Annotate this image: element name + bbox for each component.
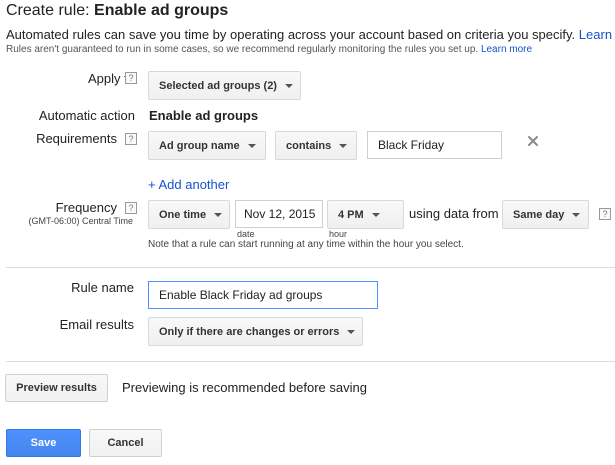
- requirement-operator-dropdown[interactable]: contains: [275, 131, 357, 160]
- frequency-dropdown[interactable]: One time: [148, 200, 230, 229]
- data-range-dropdown[interactable]: Same day: [502, 200, 589, 229]
- apply-to-value: Selected ad groups (2): [159, 79, 277, 92]
- requirement-value-text: Black Friday: [378, 138, 445, 152]
- rule-name-value: Enable Black Friday ad groups: [159, 288, 323, 302]
- automatic-action-label-text: Automatic action: [38, 108, 135, 123]
- chevron-down-icon: [572, 212, 581, 217]
- requirements-label: Requirements: [36, 131, 117, 146]
- chevron-down-icon: [371, 212, 380, 217]
- data-range-help-icon[interactable]: ?: [599, 208, 611, 220]
- requirement-field-dropdown[interactable]: Ad group name: [148, 131, 266, 160]
- automatic-action-label: Automatic action: [39, 108, 135, 123]
- timezone-label: (GMT-06:00) Central Time: [28, 216, 133, 226]
- chevron-down-icon: [347, 329, 356, 334]
- preview-results-label: Preview results: [16, 382, 97, 394]
- title-prefix: Create rule:: [6, 2, 90, 19]
- preview-message: Previewing is recommended before saving: [122, 380, 367, 395]
- intro-description: Automated rules can save you time by ope…: [6, 27, 576, 42]
- rule-name-label: Rule name: [71, 280, 134, 295]
- email-results-label: Email results: [60, 317, 134, 332]
- rule-name-label-text: Rule name: [71, 280, 134, 295]
- frequency-note: Note that a rule can start running at an…: [148, 239, 464, 250]
- date-caption: date: [237, 229, 255, 239]
- automatic-action-value: Enable ad groups: [149, 108, 259, 123]
- hour-value: 4 PM: [338, 208, 364, 221]
- using-data-from-label: using data from: [409, 206, 499, 221]
- monitoring-note: Rules aren't guaranteed to run in some c…: [6, 44, 532, 55]
- email-results-label-text: Email results: [59, 317, 134, 332]
- frequency-label-text: Frequency: [55, 200, 117, 215]
- apply-to-help-icon[interactable]: ?: [125, 72, 137, 84]
- cancel-button[interactable]: Cancel: [89, 429, 162, 457]
- chevron-down-icon: [214, 212, 223, 217]
- monitoring-note-text: Rules aren't guaranteed to run in some c…: [6, 44, 479, 55]
- date-input[interactable]: Nov 12, 2015: [235, 200, 323, 228]
- section-divider: [6, 361, 615, 362]
- email-results-value: Only if there are changes or errors: [159, 325, 340, 338]
- intro-text: Automated rules can save you time by ope…: [6, 27, 612, 42]
- hour-dropdown[interactable]: 4 PM: [327, 200, 404, 229]
- cancel-label: Cancel: [107, 437, 144, 449]
- rule-name-input[interactable]: Enable Black Friday ad groups: [148, 281, 378, 309]
- chevron-down-icon: [339, 143, 348, 148]
- save-button[interactable]: Save: [6, 429, 81, 457]
- page-title: Create rule: Enable ad groups: [6, 2, 228, 20]
- requirement-field-value: Ad group name: [159, 139, 240, 152]
- frequency-value: One time: [159, 208, 207, 221]
- frequency-label: Frequency: [56, 200, 117, 215]
- rule-type-name: Enable ad groups: [94, 2, 229, 19]
- requirement-operator-value: contains: [286, 139, 332, 152]
- requirement-value-input[interactable]: Black Friday: [367, 131, 502, 159]
- learn-more-link[interactable]: Learn more: [481, 44, 532, 55]
- chevron-down-icon: [284, 83, 293, 88]
- frequency-help-icon[interactable]: ?: [125, 202, 137, 214]
- close-icon[interactable]: [526, 134, 540, 148]
- date-value: Nov 12, 2015: [244, 207, 316, 221]
- preview-results-button[interactable]: Preview results: [5, 374, 108, 402]
- requirements-label-text: Requirements: [36, 131, 117, 146]
- hour-caption: hour: [329, 229, 348, 239]
- chevron-down-icon: [247, 143, 256, 148]
- save-label: Save: [30, 437, 57, 449]
- requirements-help-icon[interactable]: ?: [125, 133, 137, 145]
- add-another-link[interactable]: + Add another: [148, 177, 229, 192]
- data-range-value: Same day: [513, 208, 565, 221]
- learn-link[interactable]: Learn: [579, 27, 612, 42]
- email-results-dropdown[interactable]: Only if there are changes or errors: [148, 317, 363, 346]
- section-divider: [6, 267, 615, 268]
- apply-to-dropdown[interactable]: Selected ad groups (2): [148, 71, 301, 100]
